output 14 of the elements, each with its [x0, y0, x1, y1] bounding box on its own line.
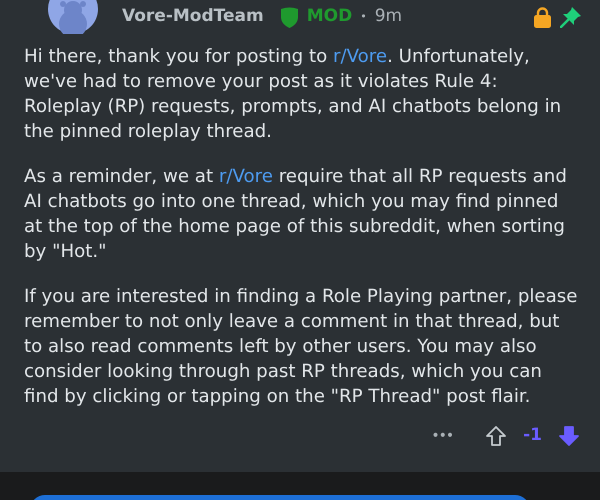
upvote-icon[interactable]	[485, 424, 508, 447]
downvote-icon[interactable]	[558, 424, 580, 447]
subreddit-link[interactable]: r/Vore	[218, 166, 273, 187]
comment-paragraph: If you are interested in finding a Role Playing partner, please remember to not only leave a comment in that thread, but to also read comments left by other users. You may also consider looking through past RP threads, which you can find by clicking or tapping on the "RP Thread" post flair.	[24, 285, 578, 409]
separator: •	[360, 8, 367, 25]
subreddit-link[interactable]: r/Vore	[333, 46, 388, 67]
username[interactable]: Vore-ModTeam	[122, 4, 264, 30]
comment-paragraph: As a reminder, we at r/Vore require that all RP requests and AI chatbots go into one thread, which you may find pinned at the top of the home page of this subreddit, when sorting by "Hot."	[24, 165, 568, 264]
more-options-button[interactable]: •••	[431, 428, 454, 443]
shield-icon	[280, 6, 299, 28]
timestamp: 9m	[374, 5, 402, 28]
vote-count: -1	[523, 424, 542, 447]
mod-label: MOD	[306, 5, 352, 28]
comment-paragraph: Hi there, thank you for posting to r/Vore. Unfortunately, we've had to remove your post as it violates Rule 4: Roleplay (RP) requests, prompts, and AI chatbots belong in the pinned roleplay thread.	[24, 45, 562, 144]
